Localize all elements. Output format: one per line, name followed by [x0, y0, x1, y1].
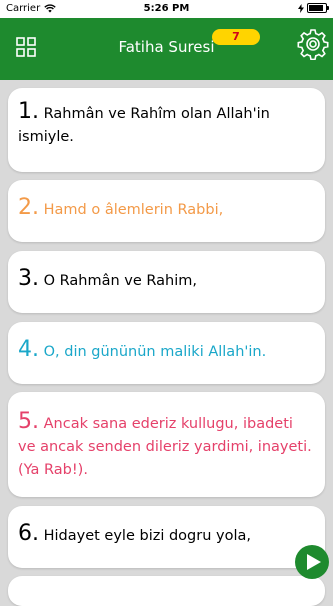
status-bar: Carrier 5:26 PM: [0, 0, 333, 18]
verse-card[interactable]: 6. Hidayet eyle bizi dogru yola,: [8, 506, 325, 568]
verse-text: O, din gününün maliki Allah'in.: [43, 344, 267, 360]
status-time: 5:26 PM: [143, 3, 190, 14]
verse-number: 5.: [18, 409, 39, 434]
verse-number: 6.: [18, 521, 39, 546]
verse-number: 1.: [18, 99, 39, 124]
verse-number: 3.: [18, 266, 39, 291]
verse-count-badge: 7: [212, 29, 260, 45]
verse-text: Ancak sana ederiz kullugu, ibadeti ve an…: [18, 416, 312, 478]
verse-card[interactable]: 1. Rahmân ve Rahîm olan Allah'in ismiyle…: [8, 88, 325, 172]
verse-text: Hamd o âlemlerin Rabbi,: [43, 202, 224, 218]
gear-icon[interactable]: [297, 28, 329, 60]
status-right: [298, 3, 329, 13]
verse-card[interactable]: 3. O Rahmân ve Rahim,: [8, 251, 325, 313]
verse-number: 4.: [18, 337, 39, 362]
page-title: Fatiha Suresi: [118, 38, 215, 56]
verse-text: Rahmân ve Rahîm olan Allah'in ismiyle.: [18, 106, 270, 145]
verse-card[interactable]: 2. Hamd o âlemlerin Rabbi,: [8, 180, 325, 242]
app-header: Fatiha Suresi 7: [0, 18, 333, 80]
verse-text: Hidayet eyle bizi dogru yola,: [43, 528, 251, 544]
play-icon[interactable]: [294, 544, 330, 580]
battery-icon: [307, 3, 329, 13]
verse-card-partial[interactable]: [8, 576, 325, 606]
verse-number: 2.: [18, 195, 39, 220]
verse-text: O Rahmân ve Rahim,: [43, 273, 197, 289]
verse-card[interactable]: 5. Ancak sana ederiz kullugu, ibadeti ve…: [8, 392, 325, 497]
verse-card[interactable]: 4. O, din gününün maliki Allah'in.: [8, 322, 325, 384]
charging-icon: [298, 3, 304, 13]
